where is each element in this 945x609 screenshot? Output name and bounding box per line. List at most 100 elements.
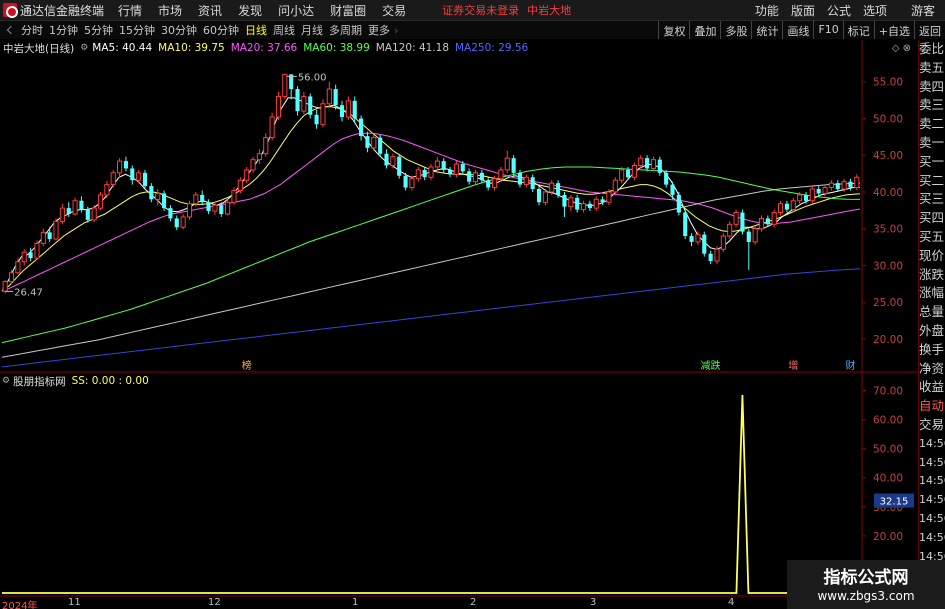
candle-body-down: [47, 232, 52, 239]
quote-panel-item[interactable]: 交易: [919, 416, 945, 435]
candle-body-down: [676, 194, 681, 213]
candle-body-down: [479, 172, 484, 181]
x-label-12: 12: [208, 597, 221, 608]
candle-body-down: [664, 172, 669, 185]
candle-body-down: [384, 153, 389, 166]
indicator-value: SS: 0.00 : 0.00: [71, 375, 149, 387]
candle-body-down: [587, 203, 592, 209]
price-tick-label: 20.00: [873, 334, 903, 346]
quote-panel-item[interactable]: 14:56: [919, 435, 945, 454]
quote-panel-item[interactable]: 买二: [919, 172, 945, 191]
price-axis: 55.00 50.00 45.00 40.00 35.00 30.00 25.00 20.00: [862, 77, 903, 346]
quote-panel-item[interactable]: 现价: [919, 247, 945, 266]
price-tick-label: 55.00: [873, 77, 903, 89]
quote-panel-item[interactable]: 卖二: [919, 115, 945, 134]
quote-panel-item[interactable]: 外盘: [919, 322, 945, 341]
indicator-tick-label: 50.00: [873, 444, 903, 456]
candle-body-down: [422, 169, 427, 178]
candle-body-up: [822, 187, 828, 194]
candle-body-down: [365, 136, 370, 148]
high-price-label: 56.00: [298, 72, 327, 83]
quote-panel-item[interactable]: 总量: [919, 303, 945, 322]
low-price-label: 26.47: [14, 287, 43, 298]
quote-panel-item[interactable]: 委比: [919, 40, 945, 59]
quote-panel-item[interactable]: 涨幅: [919, 284, 945, 303]
quote-panel-item[interactable]: 卖五: [919, 59, 945, 78]
quote-panel-item[interactable]: 自动: [919, 397, 945, 416]
quote-panel-item[interactable]: 买五: [919, 228, 945, 247]
candle-body-up: [733, 212, 739, 225]
indicator-panel: 70.0060.0050.0040.0030.0020.0010.0032.15: [2, 386, 914, 594]
candle-body-up: [727, 223, 733, 237]
quote-panel-item[interactable]: 买一: [919, 153, 945, 172]
candle-body-up: [136, 172, 142, 181]
quote-panel-item[interactable]: 净资: [919, 360, 945, 379]
candle-body-down: [575, 197, 580, 210]
quote-panel-item[interactable]: 买三: [919, 190, 945, 209]
candle-body-up: [8, 272, 15, 283]
x-label-3: 3: [590, 597, 597, 608]
tool-back[interactable]: 返回: [914, 21, 945, 39]
quote-panel-item[interactable]: 收益: [919, 378, 945, 397]
price-tick-label: 45.00: [873, 150, 903, 162]
candle-body-up: [91, 207, 97, 221]
quote-panel-item[interactable]: 14:56: [919, 529, 945, 548]
candle-body-up: [758, 217, 765, 230]
indicator-tick-label: 60.00: [873, 415, 903, 427]
candle-body-up: [104, 184, 110, 196]
quote-panel-item[interactable]: 14:56: [919, 491, 945, 510]
watermark-url: www.zbgs3.com: [817, 589, 915, 603]
candle-body-down: [441, 161, 446, 170]
candle-body-up: [72, 200, 78, 215]
quote-panel-item[interactable]: 换手: [919, 341, 945, 360]
event-marker: 榜: [242, 359, 252, 372]
candle-body-up: [638, 157, 644, 166]
candle-body-down: [746, 231, 751, 242]
quote-panel-item[interactable]: 买四: [919, 209, 945, 228]
indicator-gear-icon[interactable]: ⚙: [2, 376, 10, 386]
candle-body-down: [123, 161, 128, 169]
candle-body-down: [168, 208, 173, 219]
quote-panel-item[interactable]: 14:56: [919, 472, 945, 491]
candle-body-up: [606, 191, 612, 203]
x-label-4: 4: [728, 597, 735, 608]
event-marker: 增: [788, 359, 798, 372]
quote-panel-item[interactable]: 卖四: [919, 78, 945, 97]
quote-panel-item[interactable]: 14:56: [919, 510, 945, 529]
candle-body-down: [708, 253, 713, 262]
candle-body-up: [504, 157, 510, 171]
quote-panel-item[interactable]: 14:56: [919, 454, 945, 473]
ss-indicator-line: [2, 394, 860, 594]
candle-body-up: [15, 261, 21, 274]
candle-body-down: [359, 118, 364, 137]
candle-body-down: [142, 172, 148, 187]
candle-body-up: [428, 166, 434, 178]
candle-body-up: [854, 176, 860, 189]
candle-body-up: [720, 235, 726, 250]
candle-body-up: [40, 231, 46, 244]
quote-panel-item[interactable]: 卖一: [919, 134, 945, 153]
candle-body-down: [657, 159, 662, 173]
candle-body-down: [85, 209, 90, 220]
candle-body-down: [314, 114, 319, 125]
x-label-2024: 2024年: [2, 601, 38, 609]
ma-line-ma5: [1, 97, 860, 292]
candle-body-up: [326, 88, 332, 105]
candle-body-up: [593, 198, 599, 209]
candle-body-up: [110, 172, 116, 186]
chart-grid: [0, 40, 918, 597]
quote-panel-item[interactable]: 涨跌: [919, 266, 945, 285]
current-value-label: 32.15: [880, 497, 909, 508]
candle-body-down: [562, 194, 567, 207]
candle-body-up: [180, 216, 186, 228]
price-tick-label: 35.00: [873, 224, 903, 236]
candle-body-up: [53, 220, 59, 240]
quote-panel-item[interactable]: 卖三: [919, 96, 945, 115]
candle-body-down: [556, 183, 561, 195]
x-label-1: 1: [352, 597, 359, 608]
candle-body-down: [517, 172, 523, 185]
candle-body-up: [631, 164, 637, 178]
candle-body-down: [835, 183, 840, 190]
kline-chart[interactable]: 55.00 50.00 45.00 40.00 35.00 30.00 25.00 20.00…: [0, 0, 918, 609]
candle-body-up: [256, 153, 262, 161]
